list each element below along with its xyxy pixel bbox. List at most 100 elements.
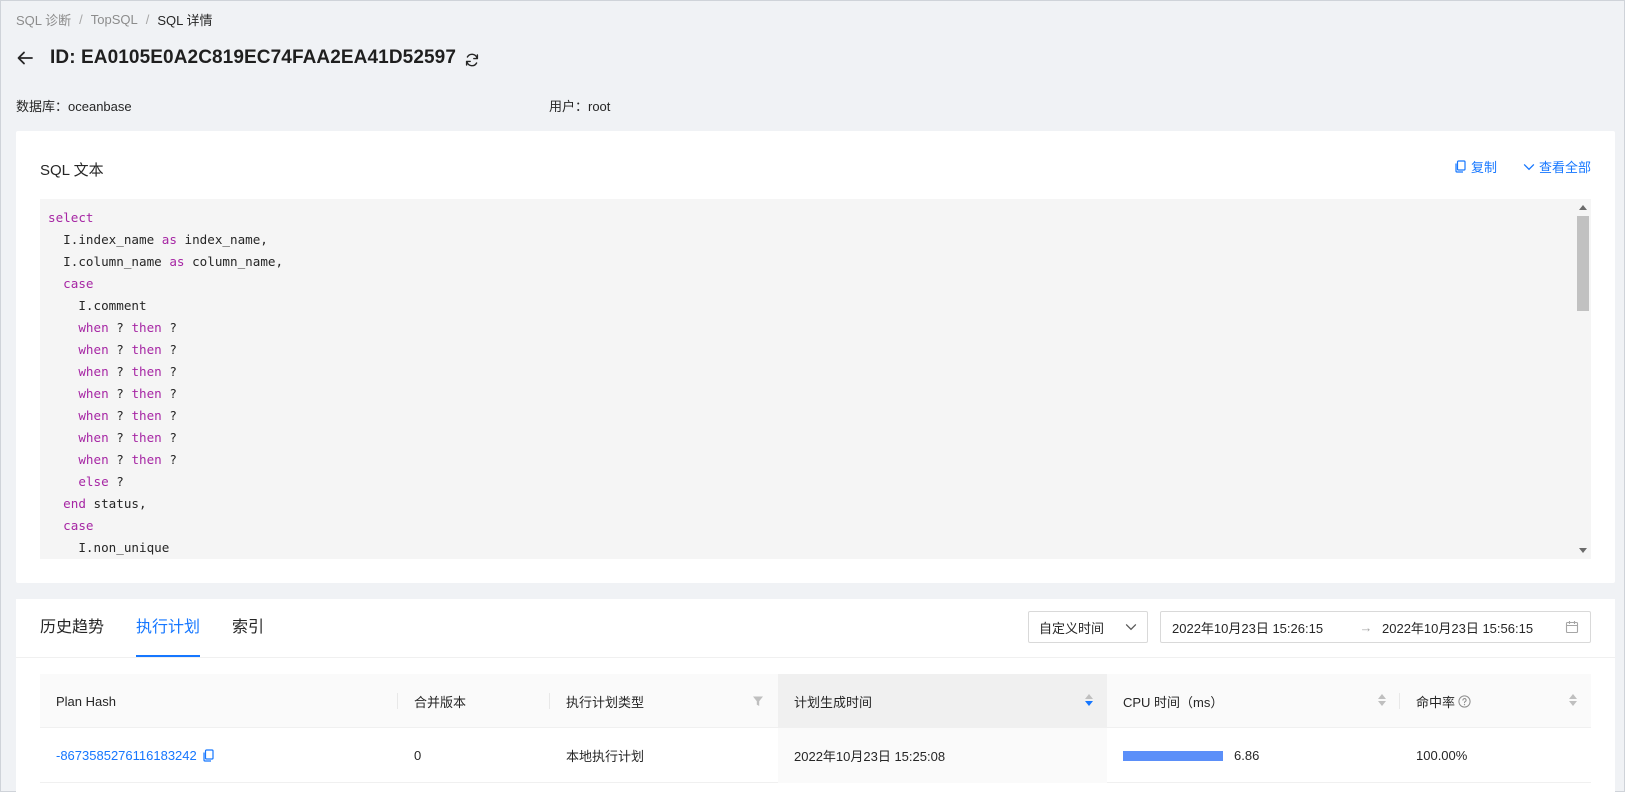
sql-token: index_name, [176, 232, 268, 247]
copy-button[interactable]: 复制 [1454, 157, 1497, 176]
execution-plan-table: Plan Hash 合并版本 执行计划类型 计划生成时间 CPU 时间（ms） [40, 674, 1591, 783]
sql-keyword: then [131, 408, 162, 423]
sort-icon[interactable] [1378, 694, 1386, 706]
sql-token: ? [108, 320, 132, 335]
tab-execution-plan[interactable]: 执行计划 [136, 599, 201, 657]
column-header-plan-hash: Plan Hash [40, 674, 398, 728]
sql-keyword: when [78, 408, 109, 423]
sql-code-line: case [48, 273, 283, 295]
sql-token: ? [108, 474, 124, 489]
date-range-picker[interactable]: 2022年10月23日 15:26:15 → 2022年10月23日 15:56… [1160, 611, 1591, 643]
refresh-icon[interactable] [464, 52, 480, 68]
code-scrollbar[interactable] [1575, 199, 1591, 559]
sql-keyword: when [78, 386, 109, 401]
sql-keyword: select [48, 210, 94, 225]
sql-token: ? [161, 386, 177, 401]
time-range-select[interactable]: 自定义时间 [1028, 611, 1148, 643]
sql-token: ? [108, 342, 132, 357]
sql-keyword: then [131, 430, 162, 445]
cell-hit-rate: 100.00% [1416, 748, 1468, 763]
sort-icon[interactable] [1569, 694, 1577, 706]
column-header-label: Plan Hash [56, 693, 116, 709]
column-header-generated-at[interactable]: 计划生成时间 [778, 674, 1107, 728]
sql-token: I.comment [48, 298, 147, 313]
sql-code-viewer[interactable]: select I.index_name as index_name, I.col… [40, 199, 1591, 559]
column-header-label: 合并版本 [414, 694, 467, 710]
plan-hash-link[interactable]: -8673585276116183242 [56, 748, 197, 763]
sql-token: ? [108, 386, 132, 401]
user-info: 用户：root [549, 99, 611, 114]
page-title: ID: EA0105E0A2C819EC74FAA2EA41D52597 [50, 47, 456, 68]
sql-keyword: then [131, 386, 162, 401]
cpu-time-value: 6.86 [1234, 748, 1260, 763]
scroll-down-arrow-icon[interactable] [1579, 548, 1587, 553]
sql-code-line: when ? then ? [48, 383, 283, 405]
column-header-label: 命中率 [1416, 694, 1456, 710]
sql-code-line: select [48, 207, 283, 229]
table-header: Plan Hash 合并版本 执行计划类型 计划生成时间 CPU 时间（ms） [40, 674, 1591, 728]
sql-keyword: when [78, 364, 109, 379]
range-start-input[interactable]: 2022年10月23日 15:26:15 [1172, 618, 1350, 637]
cell-plan-hash: -8673585276116183242 [40, 728, 398, 783]
sql-code-line: when ? then ? [48, 361, 283, 383]
scroll-thumb[interactable] [1577, 216, 1589, 311]
breadcrumb-topsql[interactable]: TopSQL [91, 12, 138, 27]
chevron-down-icon [1523, 161, 1535, 173]
sql-code-line: when ? then ? [48, 427, 283, 449]
sql-token: ? [108, 452, 132, 467]
sql-code-line: when ? then ? [48, 339, 283, 361]
cell-merge-version: 0 [414, 748, 422, 763]
column-header-label: 执行计划类型 [566, 694, 645, 710]
view-all-label: 查看全部 [1538, 160, 1591, 175]
filter-icon[interactable] [752, 695, 764, 707]
sort-icon[interactable] [1085, 694, 1093, 706]
plan-tabs-card: 历史趋势 执行计划 索引 自定义时间 2022年10月23日 15:26:15 … [16, 599, 1615, 792]
column-header-hit-rate[interactable]: 命中率 [1400, 674, 1591, 728]
tabs-divider [16, 657, 1615, 658]
copy-icon[interactable] [202, 749, 215, 762]
sql-token: ? [108, 430, 132, 445]
question-circle-icon[interactable] [1458, 694, 1471, 708]
column-header-cpu-time[interactable]: CPU 时间（ms） [1107, 674, 1400, 728]
range-separator: → [1359, 619, 1373, 635]
sql-token: ? [108, 364, 132, 379]
sql-keyword: else [78, 474, 109, 489]
sql-token: ? [161, 430, 177, 445]
arrow-left-icon[interactable] [16, 49, 34, 67]
sql-token: status, [85, 496, 147, 511]
range-end-input[interactable]: 2022年10月23日 15:56:15 [1382, 618, 1565, 637]
sql-token: ? [161, 342, 177, 357]
column-header-label: 计划生成时间 [794, 694, 873, 710]
column-header-label: CPU 时间（ms） [1123, 694, 1224, 710]
tab-history-trend[interactable]: 历史趋势 [40, 599, 104, 657]
tab-index[interactable]: 索引 [232, 599, 264, 657]
cell-plan-type: 本地执行计划 [566, 749, 645, 764]
copy-label: 复制 [1470, 160, 1497, 175]
view-all-button[interactable]: 查看全部 [1523, 157, 1591, 176]
breadcrumb-sql-diagnosis[interactable]: SQL 诊断 [16, 10, 71, 29]
column-header-merge-version: 合并版本 [398, 674, 550, 728]
cpu-bar-fill [1123, 750, 1223, 761]
sql-token: ? [161, 408, 177, 423]
sql-code-line: case [48, 515, 283, 537]
sql-keyword: when [78, 342, 109, 357]
sql-code-line: I.column_name as column_name, [48, 251, 283, 273]
scroll-up-arrow-icon[interactable] [1579, 205, 1587, 210]
page-header: ID: EA0105E0A2C819EC74FAA2EA41D52597 [16, 44, 480, 72]
sql-token: ? [161, 320, 177, 335]
cell-cpu-time: 6.86 [1107, 728, 1400, 783]
sql-token: column_name, [184, 254, 284, 269]
sql-token: I.non_unique [48, 540, 170, 555]
sql-keyword: end [63, 496, 86, 511]
sql-keyword: then [131, 342, 162, 357]
sql-keyword: then [131, 364, 162, 379]
chevron-down-icon [1125, 621, 1137, 633]
sql-keyword: then [131, 320, 162, 335]
